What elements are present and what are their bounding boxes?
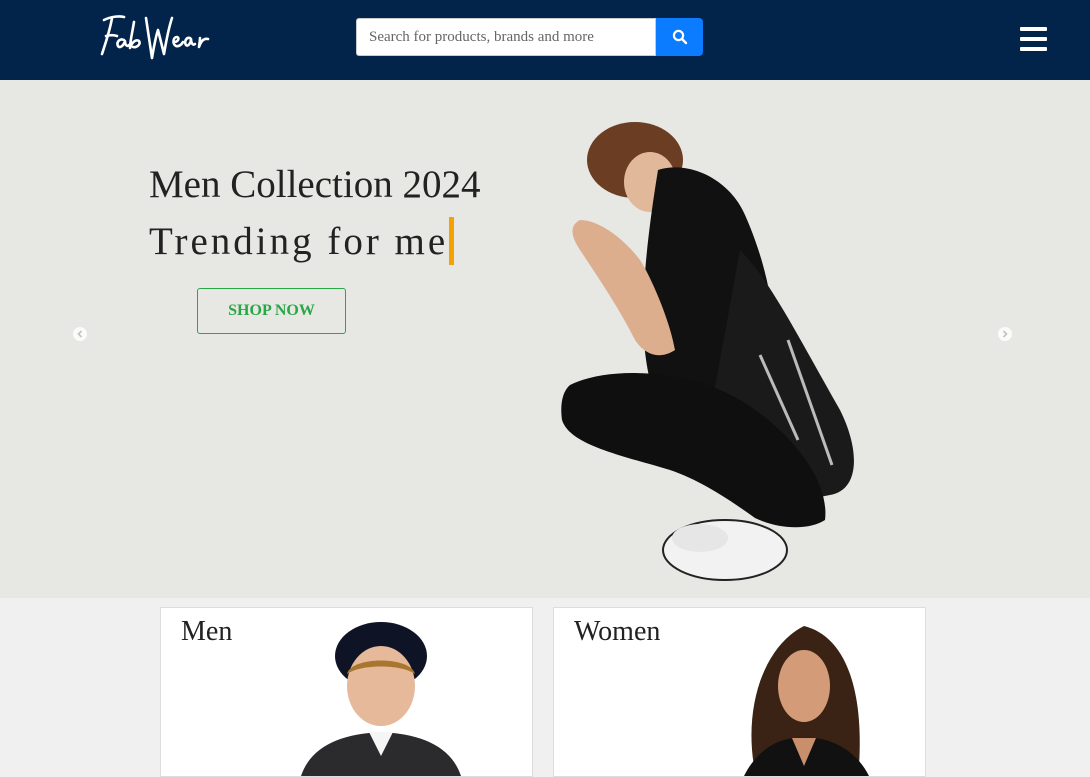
- hamburger-line: [1020, 37, 1047, 41]
- fab-wear-logo-mark: [100, 15, 210, 60]
- category-label-men: Men: [181, 616, 233, 647]
- top-navbar: [0, 0, 1090, 80]
- hero-model-image: [561, 122, 854, 581]
- carousel-prev-button[interactable]: [73, 327, 87, 341]
- hero-title: Men Collection 2024: [149, 163, 481, 206]
- shop-now-button[interactable]: SHOP NOW: [197, 288, 346, 334]
- hero-carousel: Men Collection 2024 Trending for me SHOP…: [0, 80, 1090, 598]
- men-category-image: [301, 622, 461, 776]
- search-button[interactable]: [656, 18, 703, 56]
- hamburger-line: [1020, 27, 1047, 31]
- category-card-women[interactable]: Women: [553, 607, 926, 777]
- hero-subtitle: Trending for me: [149, 217, 455, 265]
- category-label-women: Women: [574, 616, 661, 647]
- search-bar: [356, 18, 703, 56]
- search-input[interactable]: [356, 18, 656, 56]
- category-card-men[interactable]: Men: [160, 607, 533, 777]
- hamburger-icon[interactable]: [1020, 27, 1047, 51]
- chevron-right-icon: [1002, 330, 1008, 338]
- typing-caret: [449, 217, 455, 265]
- women-category-image: [744, 626, 869, 776]
- search-icon: [672, 29, 687, 45]
- hero-subtitle-text: Trending for me: [149, 219, 449, 263]
- brand-logo[interactable]: [94, 8, 214, 68]
- carousel-next-button[interactable]: [998, 327, 1012, 341]
- chevron-left-icon: [77, 330, 83, 338]
- hamburger-line: [1020, 47, 1047, 51]
